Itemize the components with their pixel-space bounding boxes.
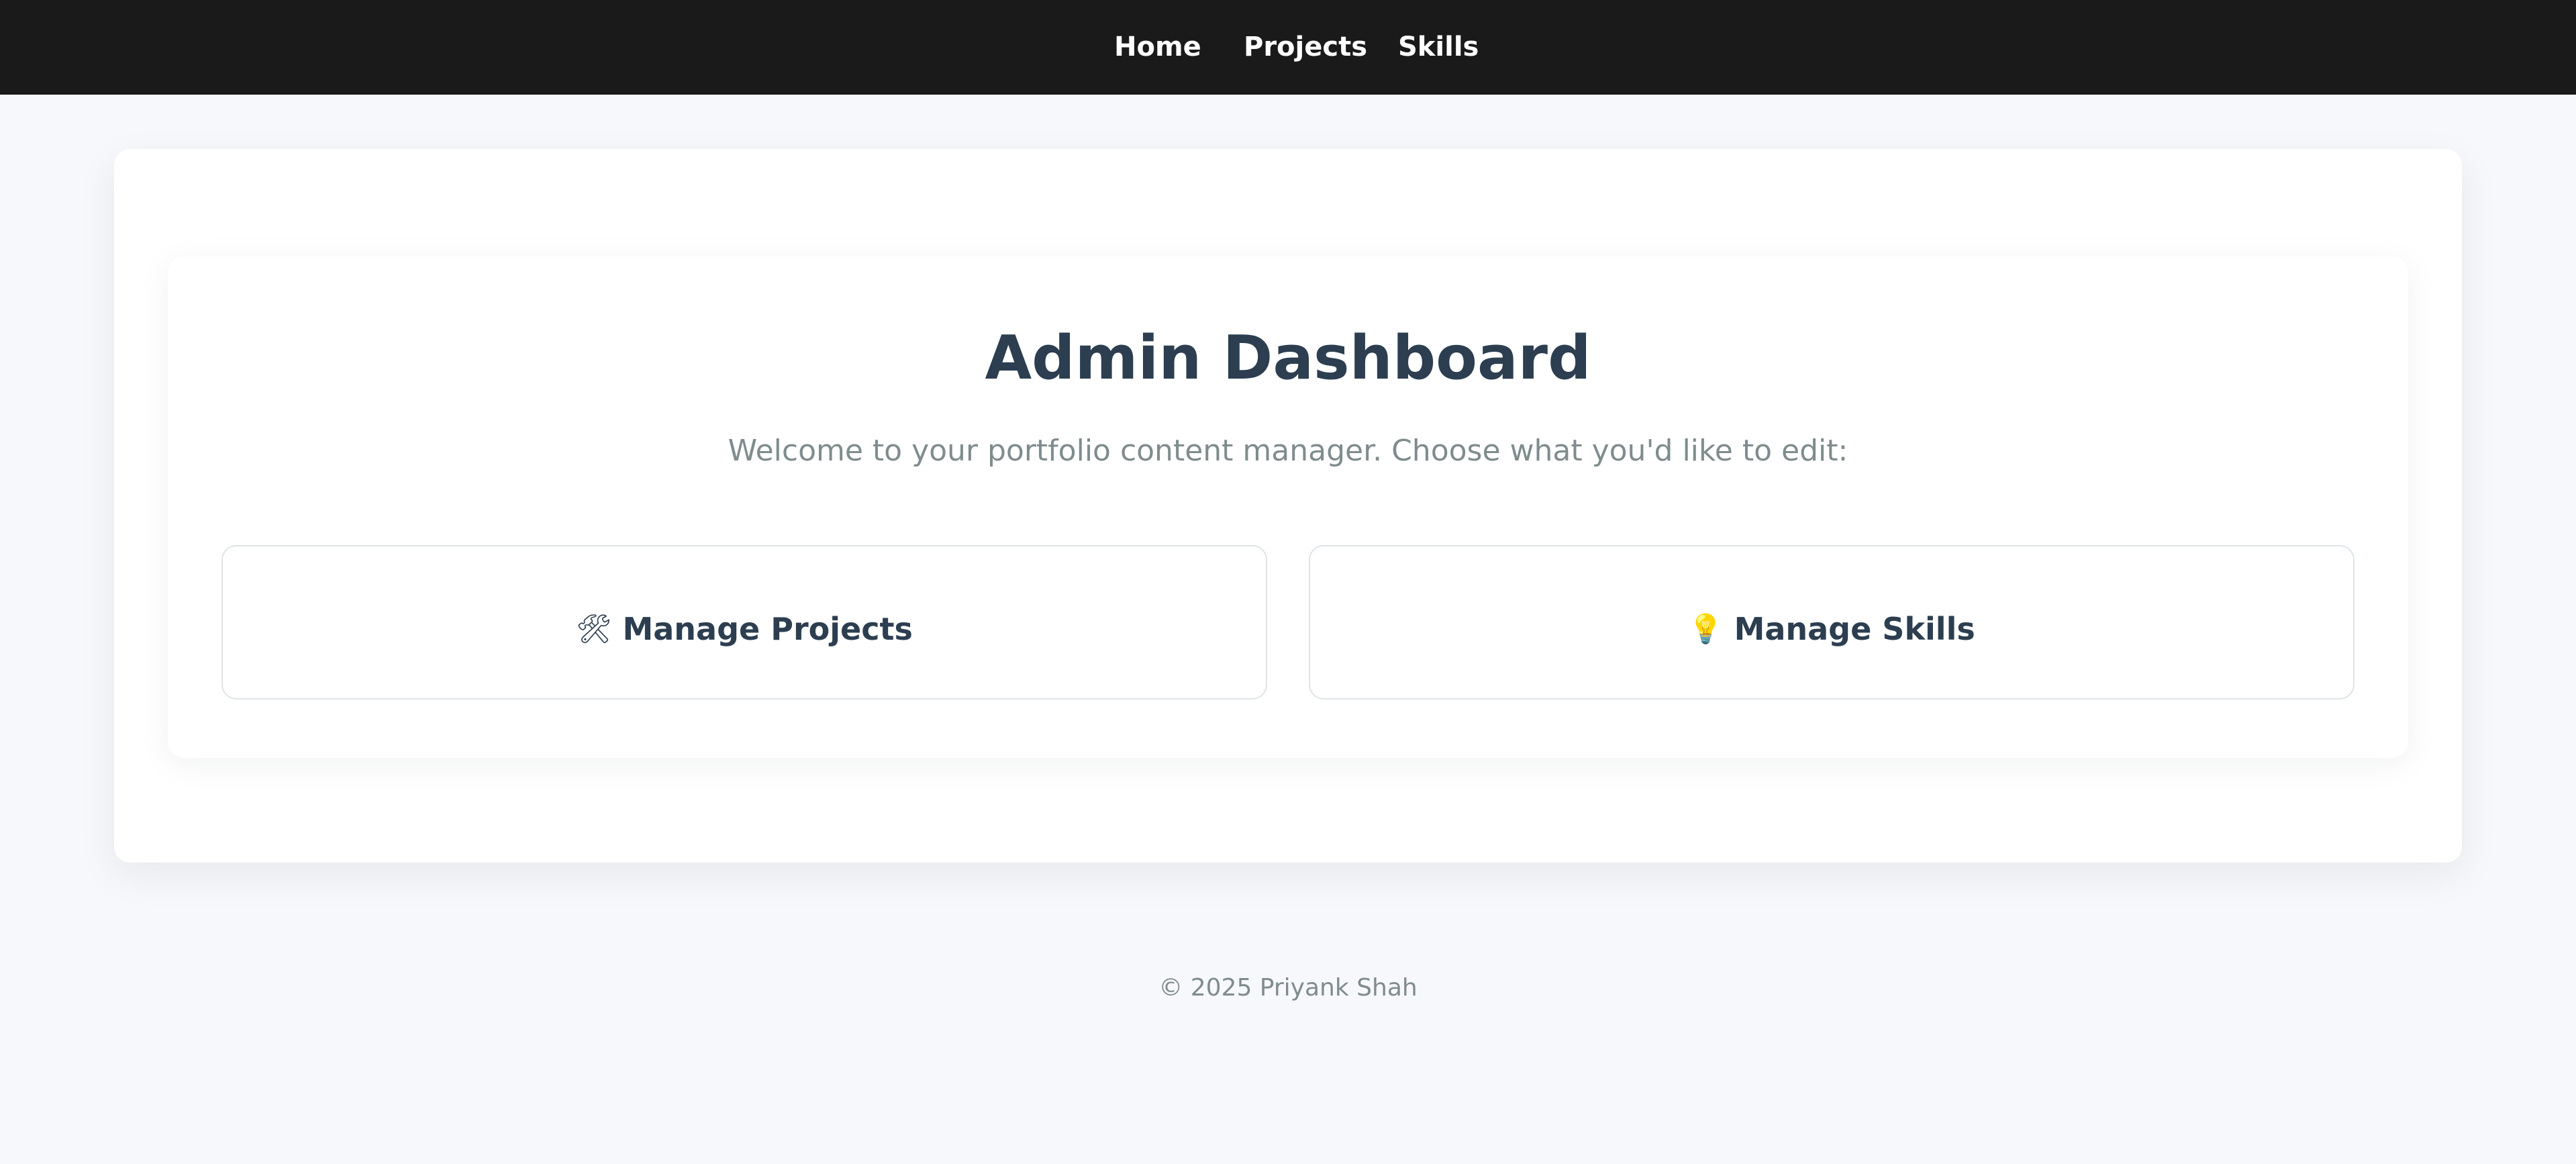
- light-bulb-icon: 💡: [1688, 612, 1724, 645]
- manage-projects-label: Manage Projects: [622, 611, 913, 647]
- page-title: Admin Dashboard: [985, 323, 1591, 393]
- manage-projects-content: 🛠 Manage Projects: [576, 610, 913, 648]
- nav-link-projects[interactable]: Projects: [1244, 0, 1367, 95]
- manage-skills-content: 💡 Manage Skills: [1688, 610, 1975, 648]
- top-navigation-bar: Home Projects Skills: [0, 0, 2576, 95]
- main-content-card: Admin Dashboard Welcome to your portfoli…: [114, 149, 2462, 863]
- nav-link-home[interactable]: Home: [1114, 0, 1201, 95]
- footer-copyright: © 2025 Priyank Shah: [1158, 974, 1418, 1002]
- manage-skills-button[interactable]: 💡 Manage Skills: [1309, 545, 2355, 699]
- manage-skills-label: Manage Skills: [1734, 611, 1975, 647]
- page-subtitle: Welcome to your portfolio content manage…: [728, 434, 1848, 468]
- nav-link-skills[interactable]: Skills: [1398, 0, 1479, 95]
- hammer-and-wrench-icon: 🛠: [576, 612, 612, 645]
- manage-projects-button[interactable]: 🛠 Manage Projects: [221, 545, 1267, 699]
- admin-dashboard-panel: Admin Dashboard Welcome to your portfoli…: [168, 256, 2408, 758]
